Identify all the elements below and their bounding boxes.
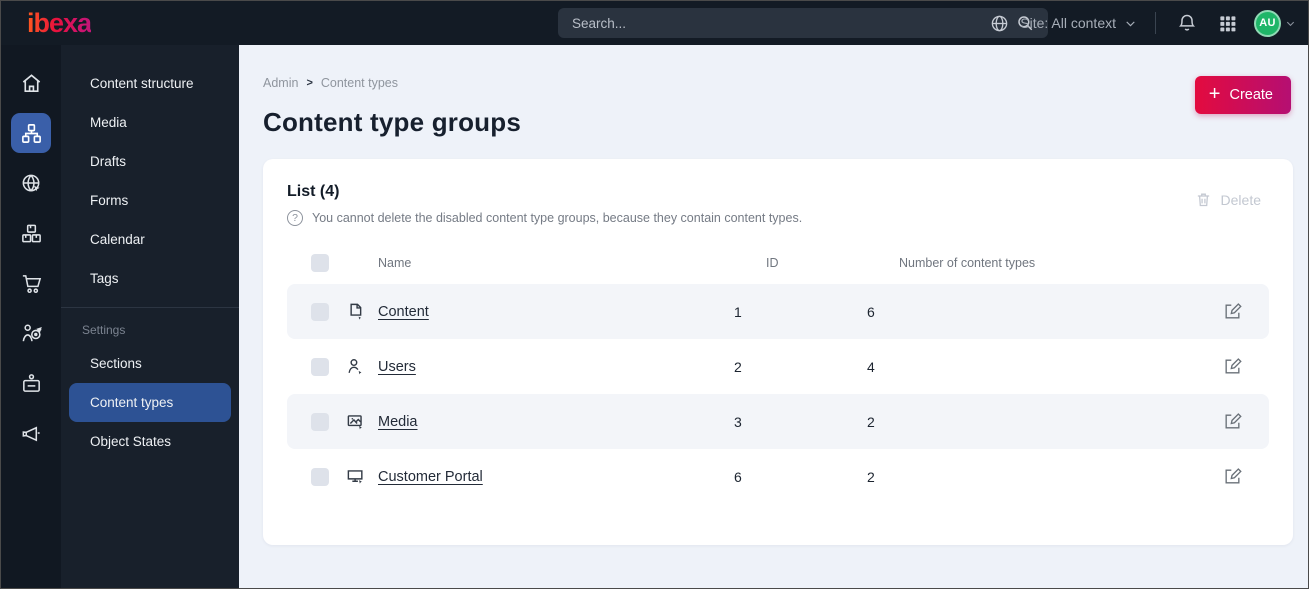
group-id: 3 — [734, 413, 742, 430]
sidebar-item-calendar[interactable]: Calendar — [69, 220, 231, 259]
sidebar-item-tags[interactable]: Tags — [69, 259, 231, 298]
group-link[interactable]: Media — [378, 414, 418, 430]
user-menu[interactable]: AU — [1254, 9, 1296, 37]
content-type-groups-table: Name ID Number of content types Content … — [287, 242, 1269, 504]
icon-rail — [1, 45, 61, 588]
search-input[interactable] — [572, 15, 1012, 31]
sidebar-item-object-states[interactable]: Object States — [69, 422, 231, 461]
group-count: 2 — [867, 468, 875, 485]
group-count: 6 — [867, 303, 875, 320]
page-title: Content type groups — [263, 107, 522, 137]
create-button[interactable]: + Create — [1194, 76, 1291, 114]
globe-icon — [986, 10, 1012, 36]
global-search[interactable] — [558, 8, 1048, 38]
site-context-selector[interactable]: Site: All context — [986, 10, 1137, 36]
topbar-divider — [1155, 12, 1156, 34]
user-menu-chevron-icon — [1285, 18, 1296, 29]
header-name: Name — [378, 256, 412, 270]
list-title: List (4) — [287, 183, 340, 200]
menu-divider — [61, 307, 239, 308]
edit-icon[interactable] — [1223, 467, 1243, 487]
helper-text-row: ? You cannot delete the disabled content… — [287, 210, 1269, 226]
row-checkbox[interactable] — [311, 357, 329, 376]
site-context-label: Site: All context — [1020, 15, 1116, 31]
user-icon — [346, 357, 366, 377]
delete-button-label: Delete — [1220, 191, 1261, 208]
avatar[interactable]: AU — [1254, 9, 1281, 37]
file-icon — [346, 302, 366, 322]
content-tree-icon[interactable] — [11, 113, 51, 153]
breadcrumb-admin[interactable]: Admin — [263, 76, 298, 90]
row-checkbox[interactable] — [311, 467, 329, 486]
ibexa-logo[interactable]: ibexa — [27, 9, 92, 37]
main-content: Admin > Content types + Create Content t… — [239, 45, 1308, 588]
group-id: 6 — [734, 468, 742, 485]
breadcrumb: Admin > Content types — [263, 76, 1293, 90]
group-link[interactable]: Content — [378, 304, 429, 320]
table-header-row: Name ID Number of content types — [287, 242, 1269, 284]
plus-icon: + — [1208, 83, 1221, 105]
breadcrumb-content-types: Content types — [320, 76, 399, 90]
edit-icon[interactable] — [1223, 357, 1243, 377]
topbar: ibexa Site: All context — [1, 1, 1308, 45]
campaign-megaphone-icon[interactable] — [11, 413, 51, 453]
header-id: ID — [766, 256, 779, 270]
products-boxes-icon[interactable] — [11, 213, 51, 253]
question-mark-icon: ? — [287, 210, 303, 226]
select-all-checkbox[interactable] — [311, 254, 329, 272]
edit-icon[interactable] — [1223, 302, 1243, 322]
sidebar-menu: Content structure Media Drafts Forms Cal… — [61, 45, 239, 588]
table-row: Customer Portal 6 2 — [287, 449, 1269, 504]
table-row: Media 3 2 — [287, 394, 1269, 449]
sidebar-item-content-types[interactable]: Content types — [69, 383, 231, 422]
commerce-cart-icon[interactable] — [11, 263, 51, 303]
group-count: 2 — [867, 413, 875, 430]
trash-icon — [1195, 191, 1212, 208]
sidebar-item-content-structure[interactable]: Content structure — [69, 64, 231, 103]
topbar-right-cluster: Site: All context AU — [986, 1, 1296, 45]
sidebar-item-drafts[interactable]: Drafts — [69, 142, 231, 181]
group-link[interactable]: Users — [378, 359, 416, 375]
sidebar-item-media[interactable]: Media — [69, 103, 231, 142]
breadcrumb-separator-icon: > — [306, 77, 313, 89]
table-row: Users 2 4 — [287, 339, 1269, 394]
group-link[interactable]: Customer Portal — [378, 469, 483, 485]
image-icon — [346, 412, 366, 432]
ibexa-admin-window: ibexa Site: All context — [0, 0, 1309, 589]
delete-button[interactable]: Delete — [1195, 191, 1261, 208]
personalization-target-icon[interactable] — [11, 313, 51, 353]
group-id: 1 — [734, 303, 742, 320]
group-count: 4 — [867, 358, 875, 375]
sidebar-item-sections[interactable]: Sections — [69, 344, 231, 383]
site-globe-icon[interactable] — [11, 163, 51, 203]
table-row: Content 1 6 — [287, 284, 1269, 339]
notifications-bell-icon[interactable] — [1174, 10, 1200, 36]
content-type-groups-card: List (4) ? You cannot delete the disable… — [263, 159, 1293, 545]
header-count: Number of content types — [899, 256, 1036, 270]
sidebar-item-forms[interactable]: Forms — [69, 181, 231, 220]
group-id: 2 — [734, 358, 742, 375]
settings-section-label: Settings — [82, 323, 126, 337]
app-grid-icon[interactable] — [1214, 10, 1240, 36]
monitor-icon — [346, 467, 366, 487]
helper-text: You cannot delete the disabled content t… — [312, 211, 803, 225]
edit-icon[interactable] — [1223, 412, 1243, 432]
chevron-down-icon — [1124, 17, 1137, 30]
row-checkbox[interactable] — [311, 412, 329, 431]
admin-badge-icon[interactable] — [11, 363, 51, 403]
row-checkbox[interactable] — [311, 302, 329, 321]
dashboard-home-icon[interactable] — [11, 63, 51, 103]
create-button-label: Create — [1229, 87, 1273, 103]
